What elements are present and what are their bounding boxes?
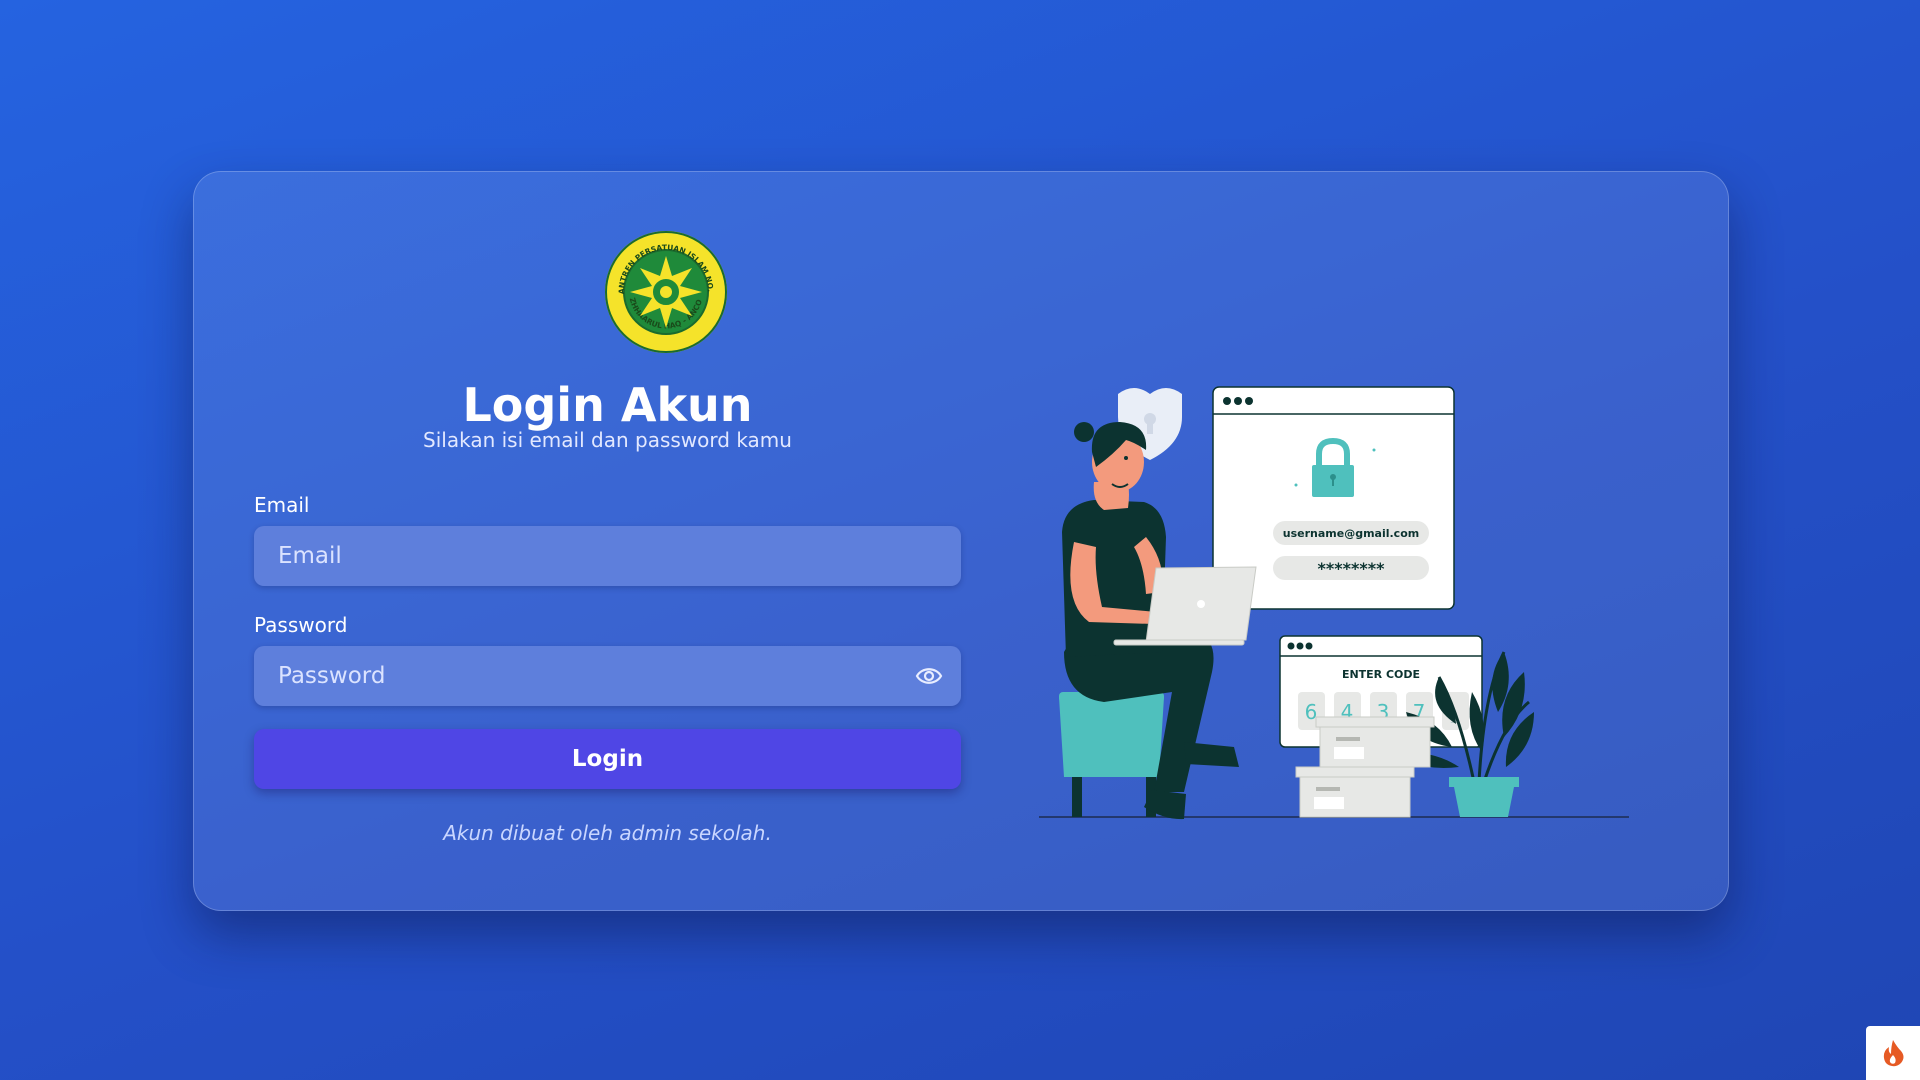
password-field-wrap [254, 646, 961, 706]
email-field[interactable] [254, 526, 961, 586]
code-digit: 6 [1305, 700, 1318, 724]
eye-icon[interactable] [915, 664, 943, 688]
page-title: Login Akun [462, 378, 753, 432]
page-subtitle: Silakan isi email dan password kamu [423, 428, 792, 452]
email-label: Email [254, 493, 310, 517]
enter-code-title: ENTER CODE [1342, 668, 1420, 681]
school-logo: PESANTREN PERSATUAN ISLAM NO. 113 IZHHAA… [604, 230, 727, 353]
flame-fab-button[interactable] [1866, 1026, 1920, 1080]
login-button[interactable]: Login [254, 729, 961, 789]
login-form-panel: PESANTREN PERSATUAN ISLAM NO. 113 IZHHAA… [254, 172, 961, 910]
login-card: PESANTREN PERSATUAN ISLAM NO. 113 IZHHAA… [193, 171, 1729, 911]
flame-icon [1883, 1040, 1904, 1067]
password-label: Password [254, 613, 348, 637]
card-password-text: ******** [1318, 559, 1386, 578]
email-field-wrap [254, 526, 961, 586]
account-footnote: Akun dibuat oleh admin sekolah. [443, 821, 772, 845]
login-illustration: username@gmail.com ******** ENTER CODE 6… [1039, 386, 1629, 820]
password-field[interactable] [254, 646, 961, 706]
card-email-text: username@gmail.com [1283, 527, 1419, 540]
